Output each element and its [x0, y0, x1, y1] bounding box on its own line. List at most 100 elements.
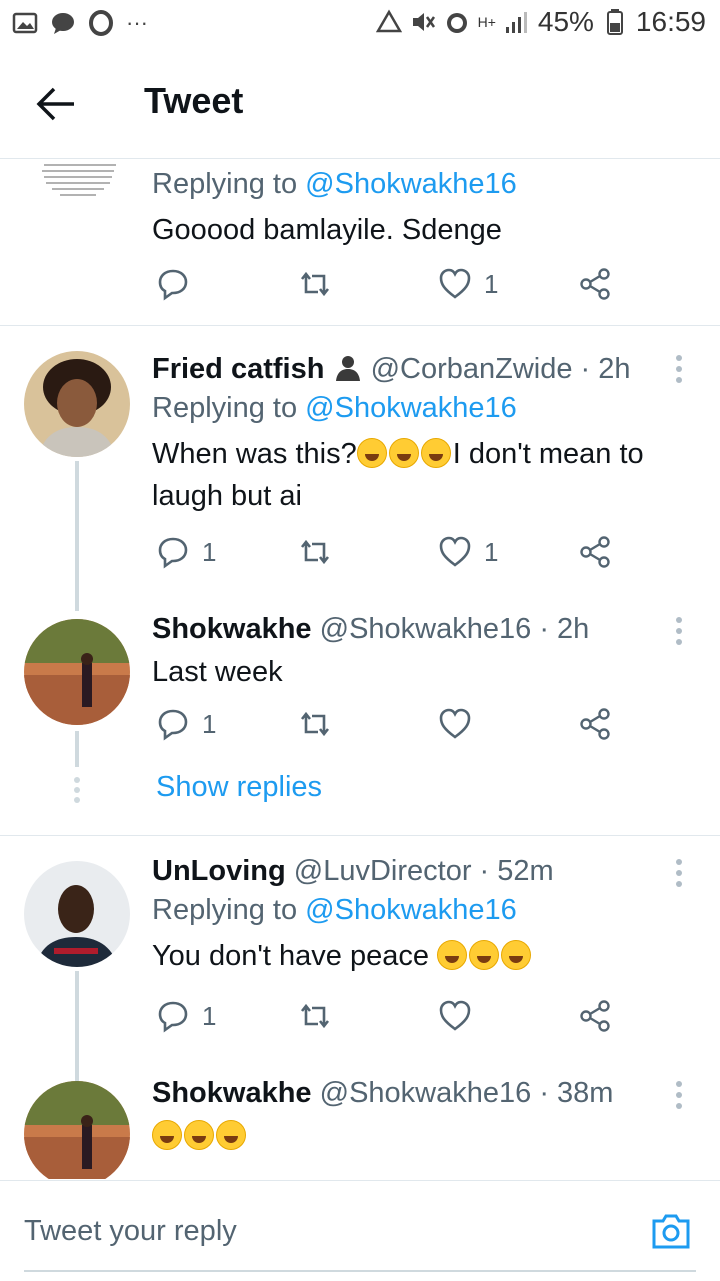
profile-photo: [24, 351, 130, 457]
retweet-icon: [300, 271, 330, 297]
retweet-button[interactable]: [298, 707, 344, 741]
reply-button[interactable]: 1: [156, 535, 216, 569]
reply-button[interactable]: 1: [156, 707, 216, 741]
tweet-divider: [0, 325, 720, 326]
like-count: 1: [484, 268, 499, 299]
reply-button[interactable]: [156, 267, 202, 301]
like-button[interactable]: 1: [438, 267, 498, 301]
replying-to: Replying to @Shokwakhe16: [152, 894, 517, 926]
reply-count: 1: [202, 1000, 217, 1031]
back-arrow-icon[interactable]: [36, 86, 76, 122]
message-icon: [52, 13, 74, 34]
tweet[interactable]: Fried catfish @CorbanZwide · 2h Replying…: [152, 351, 690, 517]
share-button[interactable]: [578, 707, 612, 741]
avatar[interactable]: [24, 1081, 130, 1179]
reply-button[interactable]: 1: [156, 999, 216, 1033]
user-handle[interactable]: @Shokwakhe16: [320, 613, 532, 645]
tweet-divider: [0, 835, 720, 836]
avatar[interactable]: [24, 619, 130, 725]
display-name[interactable]: Shokwakhe: [152, 1077, 312, 1109]
mention-link[interactable]: @Shokwakhe16: [305, 894, 517, 926]
retweet-button[interactable]: [298, 535, 344, 569]
heart-icon: [439, 708, 471, 739]
share-button[interactable]: [578, 267, 612, 301]
retweet-icon: [300, 1003, 330, 1029]
tweet-time: · 2h: [539, 613, 590, 645]
reply-count: 1: [202, 536, 217, 567]
mention-link[interactable]: @Shokwakhe16: [305, 392, 517, 424]
share-icon: [580, 268, 610, 300]
mention-link[interactable]: @Shokwakhe16: [305, 168, 517, 200]
user-handle[interactable]: @CorbanZwide: [371, 353, 573, 385]
reply-icon: [158, 1001, 188, 1033]
heart-icon: [439, 1000, 471, 1031]
avatar[interactable]: [24, 159, 130, 211]
like-count: 1: [484, 536, 499, 567]
network-type: H+: [477, 14, 496, 30]
tweet[interactable]: Shokwakhe @Shokwakhe16 · 38m: [152, 1075, 690, 1157]
more-options-icon[interactable]: [676, 859, 684, 892]
thread-connector: [75, 731, 79, 767]
tweet-text: Gooood bamlayile. Sdenge: [152, 214, 502, 246]
tweet-actions: 1 1: [152, 535, 632, 575]
display-name[interactable]: Shokwakhe: [152, 613, 312, 645]
tweet-text: You don't have peace: [152, 935, 690, 977]
input-underline: [24, 1270, 696, 1272]
share-icon: [580, 536, 610, 568]
user-silhouette-icon: [335, 356, 360, 381]
retweet-icon: [300, 711, 330, 737]
thread-connector: [75, 971, 79, 1081]
like-button[interactable]: [438, 707, 484, 741]
tweet[interactable]: Shokwakhe @Shokwakhe16 · 2h Last week: [152, 611, 690, 693]
laughing-emoji-icon: [437, 940, 468, 970]
thread-list[interactable]: Replying to @Shokwakhe16 Gooood bamlayil…: [0, 159, 720, 1179]
reply-count: 1: [202, 708, 217, 739]
page-title: Tweet: [144, 80, 244, 121]
show-replies-link[interactable]: Show replies: [156, 771, 322, 804]
retweet-button[interactable]: [298, 267, 344, 301]
reply-composer: Tweet your reply: [0, 1180, 720, 1281]
like-button[interactable]: 1: [438, 535, 498, 569]
mute-icon: [412, 13, 435, 31]
like-button[interactable]: [438, 999, 484, 1033]
tweet-text: Last week: [152, 656, 283, 688]
app-header: Tweet: [0, 50, 720, 158]
avatar[interactable]: [24, 861, 130, 967]
more-options-icon[interactable]: [676, 355, 684, 388]
replying-to: Replying to @Shokwakhe16: [152, 168, 517, 200]
flushed-emoji-icon: [420, 438, 451, 468]
battery-icon: [606, 9, 623, 35]
heart-icon: [439, 268, 471, 299]
reply-input[interactable]: Tweet your reply: [24, 1215, 237, 1248]
share-button[interactable]: [578, 535, 612, 569]
laughing-emoji-icon: [501, 940, 532, 970]
tweet-actions: 1: [152, 999, 632, 1039]
tweet-text: [152, 1115, 690, 1157]
more-options-icon[interactable]: [676, 1081, 684, 1114]
laughing-emoji-icon: [216, 1120, 246, 1150]
tweet-time: · 38m: [539, 1077, 614, 1109]
camera-icon[interactable]: [650, 1211, 692, 1251]
battery-percent: 45%: [537, 6, 594, 37]
text-image-thumbnail: [42, 164, 116, 196]
thread-connector: [75, 461, 79, 611]
avatar[interactable]: [24, 351, 130, 457]
more-options-icon[interactable]: [676, 617, 684, 650]
share-button[interactable]: [578, 999, 612, 1033]
replying-to: Replying to @Shokwakhe16: [152, 392, 517, 424]
share-icon: [580, 1000, 610, 1032]
retweet-button[interactable]: [298, 999, 344, 1033]
retweet-icon: [300, 539, 330, 565]
signal-icon: [505, 12, 527, 33]
profile-photo: [24, 619, 130, 725]
display-name[interactable]: Fried catfish: [152, 353, 324, 385]
laughing-emoji-icon: [356, 438, 387, 468]
tweet[interactable]: Replying to @Shokwakhe16 Gooood bamlayil…: [152, 163, 690, 251]
tweet[interactable]: UnLoving @LuvDirector · 52m Replying to …: [152, 853, 690, 977]
user-handle[interactable]: @LuvDirector: [294, 855, 472, 887]
user-handle[interactable]: @Shokwakhe16: [320, 1077, 532, 1109]
profile-photo: [24, 861, 130, 967]
tweet-time: · 52m: [479, 855, 554, 887]
share-icon: [580, 708, 610, 740]
display-name[interactable]: UnLoving: [152, 855, 286, 887]
